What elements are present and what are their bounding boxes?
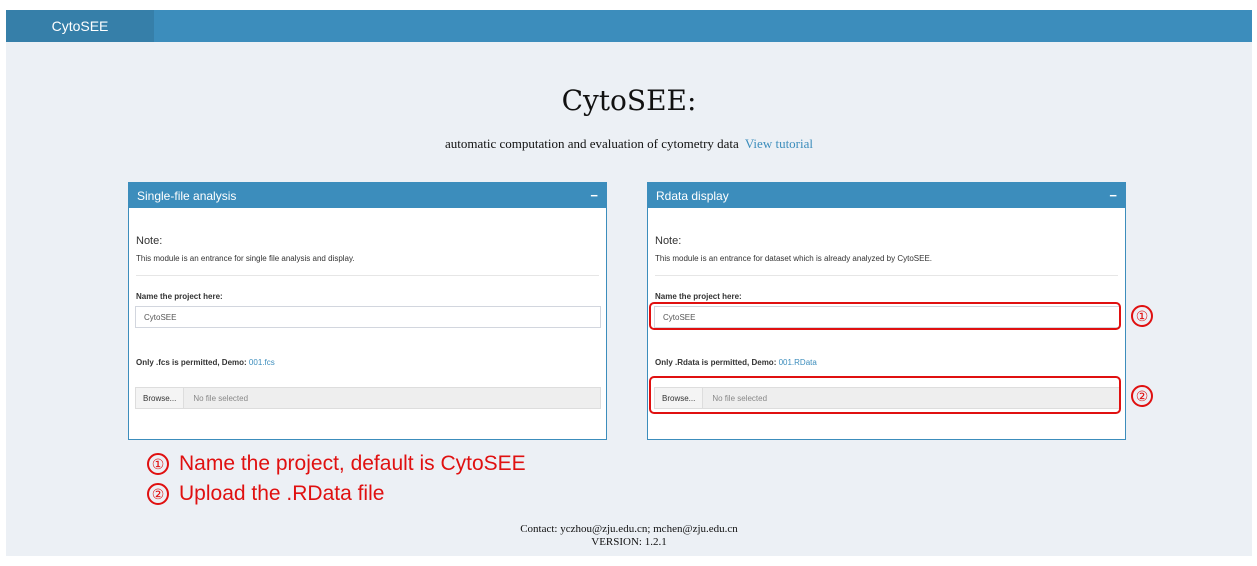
version-info: VERSION: 1.2.1: [591, 536, 667, 548]
upload-label: Only .fcs is permitted, Demo: 001.fcs: [136, 358, 275, 367]
app-window: CytoSEE CytoSEE: automatic computation a…: [6, 10, 1252, 556]
note-heading: Note:: [136, 235, 163, 247]
contact-info: Contact: yczhou@zju.edu.cn; mchen@zju.ed…: [520, 523, 738, 535]
single-file-panel-header: Single-file analysis −: [129, 183, 606, 208]
marker-1-icon: ①: [1131, 305, 1153, 327]
annotation-2: ② Upload the .RData file: [147, 481, 384, 507]
collapse-icon[interactable]: −: [590, 188, 598, 203]
divider: [136, 275, 599, 276]
browse-button[interactable]: Browse...: [136, 388, 185, 408]
highlight-file-upload: [649, 376, 1121, 414]
highlight-project-name: [649, 302, 1121, 330]
marker-2-icon: ②: [1131, 385, 1153, 407]
demo-file-link[interactable]: 001.fcs: [249, 358, 275, 367]
footer: Contact: yczhou@zju.edu.cn; mchen@zju.ed…: [6, 523, 1252, 549]
divider: [655, 275, 1118, 276]
rdata-panel-title: Rdata display: [656, 188, 729, 203]
collapse-icon[interactable]: −: [1109, 188, 1117, 203]
upload-label: Only .Rdata is permitted, Demo: 001.RDat…: [655, 358, 817, 367]
annotation-1: ① Name the project, default is CytoSEE: [147, 451, 526, 477]
note-heading: Note:: [655, 235, 682, 247]
single-file-panel-title: Single-file analysis: [137, 188, 237, 203]
annotation-2-text: Upload the .RData file: [179, 482, 385, 505]
marker-2-icon: ②: [147, 483, 169, 505]
marker-1-icon: ①: [147, 453, 169, 475]
brand-logo[interactable]: CytoSEE: [6, 10, 154, 42]
top-navbar: CytoSEE: [6, 10, 1252, 42]
file-upload: Browse... No file selected: [135, 387, 601, 409]
project-name-label: Name the project here:: [655, 292, 742, 301]
view-tutorial-link[interactable]: View tutorial: [745, 136, 813, 151]
upload-label-text: Only .Rdata is permitted, Demo:: [655, 358, 779, 367]
rdata-panel-header: Rdata display −: [648, 183, 1125, 208]
note-text: This module is an entrance for single fi…: [136, 254, 355, 263]
page-subtitle: automatic computation and evaluation of …: [6, 136, 1252, 152]
upload-label-text: Only .fcs is permitted, Demo:: [136, 358, 249, 367]
subtitle-text: automatic computation and evaluation of …: [444, 136, 739, 151]
page-title: CytoSEE:: [561, 84, 697, 117]
project-name-label: Name the project here:: [136, 292, 223, 301]
single-file-panel: Single-file analysis − Note: This module…: [128, 182, 607, 440]
demo-file-link[interactable]: 001.RData: [779, 358, 817, 367]
note-text: This module is an entrance for dataset w…: [655, 254, 933, 263]
project-name-input[interactable]: [135, 306, 601, 328]
file-status: No file selected: [193, 393, 249, 403]
annotation-1-text: Name the project, default is CytoSEE: [179, 452, 526, 475]
